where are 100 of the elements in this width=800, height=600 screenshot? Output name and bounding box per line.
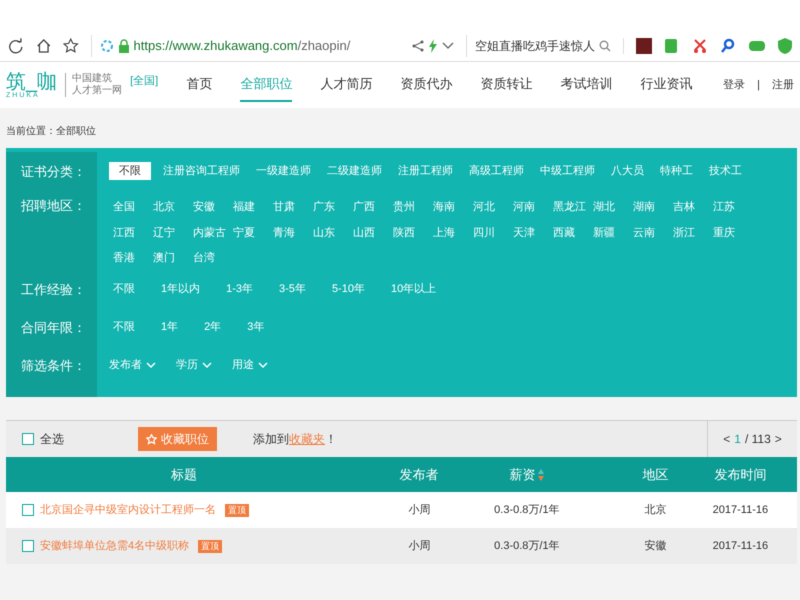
filter-option[interactable]: 二级建造师 (323, 162, 386, 180)
row-checkbox[interactable] (22, 504, 34, 516)
filter-option[interactable]: 注册咨询工程师 (159, 162, 244, 180)
search-icon[interactable] (598, 40, 611, 52)
filter-option[interactable]: 宁夏 (229, 224, 269, 242)
filter-option[interactable]: 内蒙古 (189, 224, 229, 242)
table-cell-text: 北京 (644, 502, 667, 518)
region-link[interactable]: [全国] (130, 72, 158, 90)
star-icon[interactable] (63, 36, 79, 54)
filter-option[interactable]: 海南 (429, 198, 469, 216)
filter-option[interactable]: 安徽 (189, 198, 229, 216)
filter-option[interactable]: 澳门 (149, 249, 189, 268)
filter-option[interactable]: 1年 (157, 318, 182, 336)
filter-option[interactable]: 高级工程师 (465, 162, 528, 180)
filter-option[interactable]: 香港 (109, 249, 149, 268)
filter-dropdown[interactable]: 学历 (176, 356, 212, 374)
filter-option[interactable]: 不限 (109, 318, 139, 336)
filter-option[interactable]: 天津 (509, 224, 549, 242)
caret-icon (146, 362, 156, 368)
search-icon[interactable] (720, 38, 736, 54)
nav-tab[interactable]: 行业资讯 (640, 68, 692, 102)
scissors-icon[interactable] (692, 38, 708, 54)
filter-option[interactable]: 5-10年 (328, 280, 369, 298)
select-all-checkbox[interactable]: 全选 (22, 430, 64, 448)
filter-option[interactable]: 贵州 (389, 198, 429, 216)
filter-option[interactable]: 3-5年 (275, 280, 310, 298)
filter-option[interactable]: 广东 (309, 198, 349, 216)
filter-option[interactable]: 不限 (109, 280, 139, 298)
share-icon[interactable] (412, 40, 424, 52)
filter-option[interactable]: 吉林 (669, 198, 709, 216)
filter-option[interactable]: 台湾 (189, 249, 229, 268)
favorites-link[interactable]: 收藏夹 (289, 432, 325, 446)
filter-option[interactable]: 西藏 (549, 224, 589, 242)
job-title-link[interactable]: 北京国企寻中级室内设计工程师一名 (40, 502, 216, 518)
next-page-button[interactable]: > (774, 430, 782, 448)
row-checkbox[interactable] (22, 540, 34, 552)
login-link[interactable]: 登录 (723, 76, 746, 94)
star-icon (146, 434, 157, 444)
nav-tab[interactable]: 全部职位 (240, 68, 292, 102)
column-header: 地区 (642, 466, 669, 484)
nav-tab[interactable]: 考试培训 (560, 68, 612, 102)
filter-option[interactable]: 1-3年 (222, 280, 258, 298)
filter-option[interactable]: 四川 (469, 224, 509, 242)
filter-option[interactable]: 江苏 (709, 198, 749, 216)
favorite-button[interactable]: 收藏职位 (138, 427, 217, 451)
filter-option[interactable]: 山西 (349, 224, 389, 242)
filter-option[interactable]: 北京 (149, 198, 189, 216)
filter-option[interactable]: 河南 (509, 198, 549, 216)
filter-option[interactable]: 广西 (349, 198, 389, 216)
nav-tab[interactable]: 人才简历 (320, 68, 372, 102)
filter-option[interactable]: 湖北 (589, 198, 629, 216)
filter-option[interactable]: 江西 (109, 224, 149, 242)
filter-option[interactable]: 1年以内 (157, 280, 204, 298)
filter-option[interactable]: 特种工 (656, 162, 697, 180)
filter-option[interactable]: 山东 (309, 224, 349, 242)
filter-option[interactable]: 3年 (243, 318, 268, 336)
nav-tab[interactable]: 资质代办 (400, 68, 452, 102)
reload-icon[interactable] (8, 36, 24, 54)
top-badge: 置顶 (198, 540, 222, 552)
filter-option[interactable]: 甘肃 (269, 198, 309, 216)
filter-option[interactable]: 10年以上 (386, 280, 440, 298)
filter-option[interactable]: 重庆 (709, 224, 749, 242)
filter-option[interactable]: 浙江 (669, 224, 709, 242)
filter-option[interactable]: 福建 (229, 198, 269, 216)
filter-option[interactable]: 河北 (469, 198, 509, 216)
filter-option[interactable]: 新疆 (589, 224, 629, 242)
filter-option[interactable]: 陕西 (389, 224, 429, 242)
column-header[interactable]: 薪资 (510, 464, 536, 484)
nav-tab[interactable]: 资质转让 (480, 68, 532, 102)
filter-option[interactable]: 2年 (200, 318, 226, 336)
filter-dropdown[interactable]: 发布者 (109, 356, 156, 374)
table-cell-text: 小周 (408, 538, 430, 554)
table-cell-text: 0.3-0.8万/1年 (494, 538, 560, 554)
filter-option[interactable]: 技术工 (705, 162, 746, 180)
tagline: 人才第一网 (72, 85, 122, 97)
home-icon[interactable] (36, 36, 52, 54)
filter-option[interactable]: 云南 (629, 224, 669, 242)
caret-icon[interactable] (442, 42, 454, 50)
filter-option[interactable]: 上海 (429, 224, 469, 242)
prev-page-button[interactable]: < (723, 430, 730, 448)
lightning-icon[interactable] (428, 38, 438, 52)
filter-option[interactable]: 湖南 (629, 198, 669, 216)
filter-option[interactable]: 中级工程师 (536, 162, 599, 180)
lock-icon (118, 38, 130, 52)
filter-dropdown[interactable]: 用途 (232, 356, 268, 374)
job-title-link[interactable]: 安徽蚌埠单位急需4名中级职称 (40, 538, 190, 554)
filter-option[interactable]: 全国 (109, 198, 149, 216)
filter-option[interactable]: 一级建造师 (252, 162, 315, 180)
filter-option[interactable]: 青海 (269, 224, 309, 242)
filter-option[interactable]: 八大员 (607, 162, 648, 180)
divider-text: | (757, 78, 760, 93)
filter-option[interactable]: 不限 (109, 162, 151, 180)
search-field[interactable]: 空姐直播吃鸡手速惊人 (466, 34, 611, 56)
nav-tab[interactable]: 首页 (186, 68, 212, 102)
register-link[interactable]: 注册 (772, 76, 794, 94)
url-text[interactable]: https://www.zhukawang.com/zhaopin/ (134, 36, 350, 56)
filter-option[interactable]: 辽宁 (149, 224, 189, 242)
filter-option[interactable]: 黑龙江 (549, 198, 589, 216)
shield-icon[interactable] (778, 38, 792, 54)
filter-option[interactable]: 注册工程师 (394, 162, 457, 180)
